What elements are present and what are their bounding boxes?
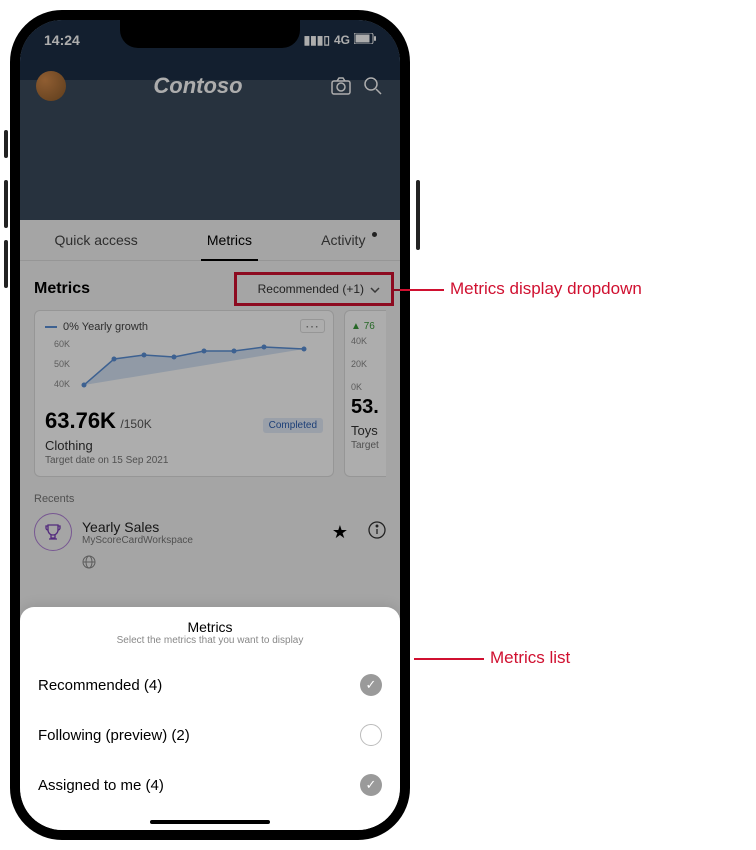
callout-line-1: [394, 289, 444, 291]
network-label: 4G: [334, 33, 350, 47]
legend-line-icon: [45, 326, 57, 328]
search-icon[interactable]: [362, 75, 384, 97]
info-icon[interactable]: [368, 521, 386, 544]
card-growth-label: 0% Yearly growth: [63, 321, 148, 333]
screen: 14:24 ▮▮▮▯ 4G Contoso Qu: [20, 20, 400, 830]
option-assigned[interactable]: Assigned to me (4) ✓: [38, 760, 382, 810]
tab-activity[interactable]: Activity: [315, 220, 371, 260]
check-icon: ✓: [360, 674, 382, 696]
status-icons: ▮▮▮▯ 4G: [304, 33, 376, 47]
avatar[interactable]: [36, 71, 66, 101]
tab-quick-access[interactable]: Quick access: [49, 220, 144, 260]
metric-card-toys[interactable]: ▲ 76 40K 20K 0K 53. Toys Target: [344, 310, 386, 477]
phone-frame: 14:24 ▮▮▮▯ 4G Contoso Qu: [10, 10, 410, 840]
callout-line-2: [414, 658, 484, 660]
option-recommended[interactable]: Recommended (4) ✓: [38, 660, 382, 710]
axis-60k: 60K: [54, 339, 70, 349]
notch: [120, 20, 300, 48]
metric-name: Clothing: [45, 438, 323, 453]
tab-metrics[interactable]: Metrics: [201, 220, 258, 260]
metric-target: Target date on 15 Sep 2021: [45, 455, 323, 466]
metric-denom: /150K: [120, 417, 151, 431]
section-title-metrics: Metrics: [34, 280, 90, 298]
axis2-0k: 0K: [351, 382, 386, 392]
trend-up-icon: ▲: [351, 321, 361, 332]
callout-box-dropdown: [234, 272, 394, 306]
recent-item[interactable]: Yearly Sales MyScoreCardWorkspace ★: [34, 513, 386, 551]
axis2-20k: 20K: [351, 359, 386, 369]
recent-subtitle: MyScoreCardWorkspace: [82, 535, 322, 546]
tab-bar: Quick access Metrics Activity: [20, 220, 400, 261]
metric-target-2: Target: [351, 440, 386, 451]
card2-growth: 76: [364, 321, 375, 332]
recents-label: Recents: [34, 493, 386, 505]
metric-name-2: Toys: [351, 423, 386, 438]
recent-title: Yearly Sales: [82, 519, 322, 535]
option-label: Following (preview) (2): [38, 727, 190, 744]
brand-title: Contoso: [76, 73, 320, 99]
option-label: Recommended (4): [38, 677, 162, 694]
signal-icon: ▮▮▮▯: [304, 33, 330, 47]
trophy-icon: [34, 513, 72, 551]
check-off-icon: [360, 724, 382, 746]
camera-icon[interactable]: [330, 75, 352, 97]
metrics-bottom-sheet: Metrics Select the metrics that you want…: [20, 607, 400, 830]
option-following[interactable]: Following (preview) (2): [38, 710, 382, 760]
axis-40k: 40K: [54, 379, 70, 389]
metric-value: 63.76K: [45, 408, 116, 433]
status-time: 14:24: [44, 32, 80, 48]
metric-value-2: 53.: [351, 396, 386, 419]
check-icon: ✓: [360, 774, 382, 796]
sheet-subtitle: Select the metrics that you want to disp…: [38, 635, 382, 646]
metric-card-clothing[interactable]: 0% Yearly growth ⋯ 60K 50K 40K: [34, 310, 334, 477]
workspace-icon: [82, 555, 386, 574]
star-icon[interactable]: ★: [332, 522, 348, 543]
axis2-40k: 40K: [351, 336, 386, 346]
callout-text-list: Metrics list: [490, 648, 570, 668]
status-badge: Completed: [263, 418, 323, 433]
home-indicator[interactable]: [150, 820, 270, 824]
sheet-title: Metrics: [38, 619, 382, 635]
sparkline-chart: 60K 50K 40K: [45, 337, 323, 397]
option-label: Assigned to me (4): [38, 777, 164, 794]
callout-text-dropdown: Metrics display dropdown: [450, 279, 642, 299]
battery-icon: [354, 33, 376, 47]
axis-50k: 50K: [54, 359, 70, 369]
card-more-button[interactable]: ⋯: [300, 319, 325, 333]
